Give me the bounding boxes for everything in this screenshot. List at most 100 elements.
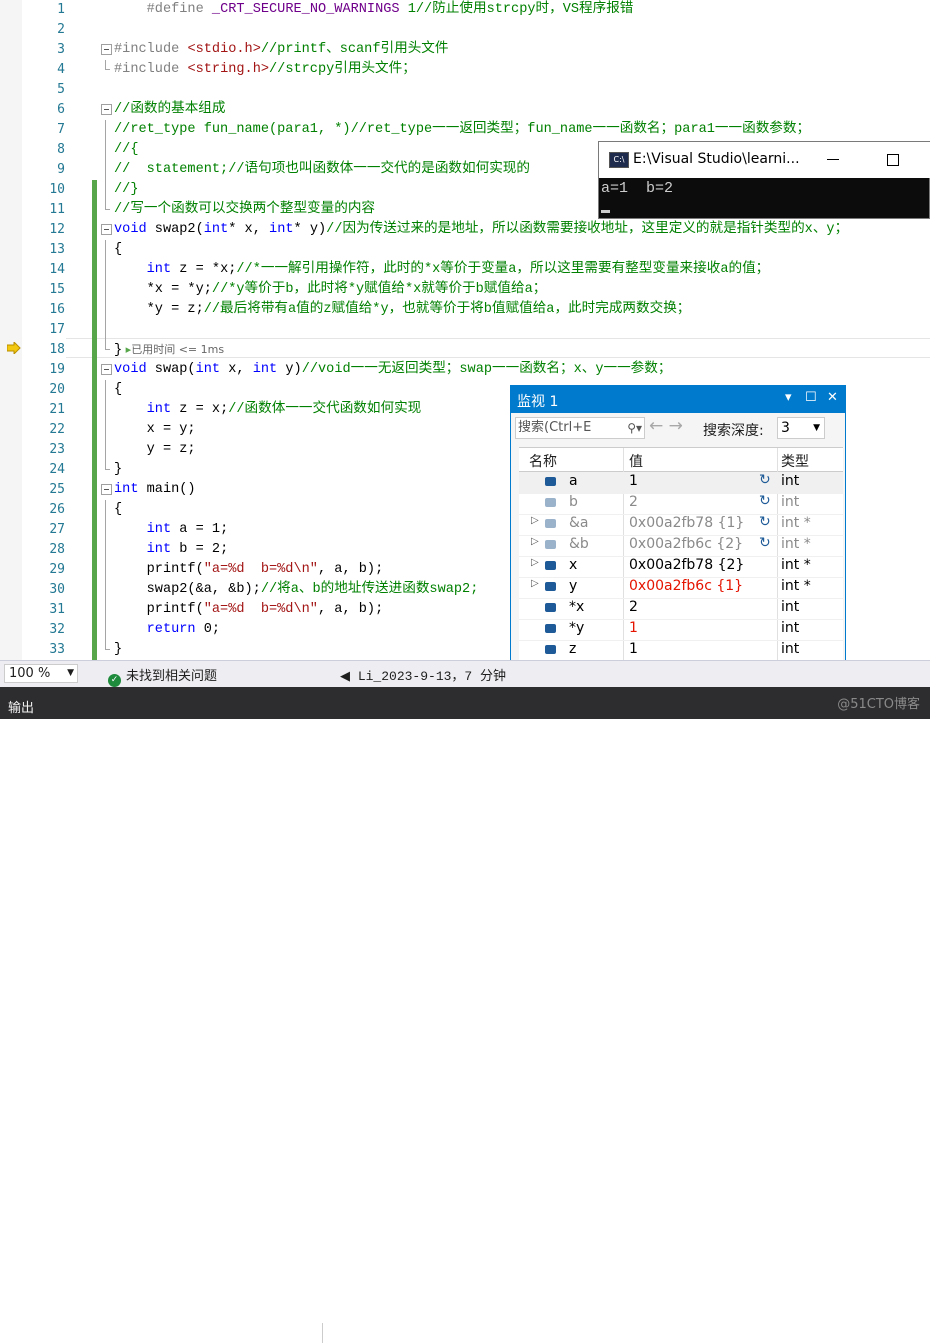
collapse-icon[interactable] [101,484,112,495]
code-text[interactable]: { [114,240,122,260]
watch-row[interactable]: ▷ &b 0x00a2fb6c {2} ↻ int * [519,535,843,557]
code-line[interactable]: 13 { [0,240,930,260]
scroll-left-icon[interactable]: ◀ [340,669,350,684]
watch-value[interactable]: 0x00a2fb6c {2} [629,536,743,552]
code-line[interactable]: 2 [0,20,930,40]
output-panel-tab[interactable]: 输出 @51CTO博客 [0,687,930,719]
code-text[interactable]: int b = 2; [114,540,229,560]
watch-row[interactable]: *x 2 int [519,598,843,620]
watch-name[interactable]: y [569,578,577,594]
code-text[interactable]: int main() [114,480,196,500]
code-line[interactable]: 14 int z = *x;//*一一解引用操作符，此时的*x等价于变量a，所以… [0,260,930,280]
code-text[interactable]: //ret_type fun_name(para1, *)//ret_type一… [114,120,810,140]
code-text[interactable]: int z = *x;//*一一解引用操作符，此时的*x等价于变量a，所以这里需… [114,260,770,280]
code-text[interactable]: { [114,500,122,520]
watch-row[interactable]: z 1 int [519,640,843,662]
search-depth-select[interactable]: 3 ▼ [777,417,825,439]
expand-icon[interactable]: ▷ [531,557,539,568]
code-text[interactable]: swap2(&a, &b);//将a、b的地址传送进函数swap2; [114,580,479,600]
code-line[interactable]: 3 #include <stdio.h>//printf、scanf引用头文件 [0,40,930,60]
search-next-icon[interactable]: → [669,416,683,436]
code-text[interactable]: // statement;//语句项也叫函数体一一交代的是函数如何实现的 [114,160,530,180]
collapse-icon[interactable] [101,104,112,115]
watch-name[interactable]: a [569,473,578,489]
search-icon[interactable]: ⚲▾ [627,418,642,438]
watch-value[interactable]: 2 [629,599,638,615]
code-text[interactable]: #include <stdio.h>//printf、scanf引用头文件 [114,40,448,60]
code-text[interactable]: printf("a=%d b=%d\n", a, b); [114,560,384,580]
watch-name[interactable]: *x [569,599,584,615]
issues-indicator[interactable]: ✓ 未找到相关问题 [108,665,217,687]
git-history-info[interactable]: ◀ Li_2023-9-13，7 分钟 [340,665,506,684]
refresh-icon[interactable]: ↻ [759,472,771,488]
code-text[interactable]: int z = x;//函数体一一交代函数如何实现 [114,400,422,420]
watch-name[interactable]: x [569,557,577,573]
column-type[interactable]: 类型 [781,451,809,471]
console-window[interactable]: C:\ E:\Visual Studio\learni... a=1 b=2 [598,141,930,219]
code-line[interactable]: 12 void swap2(int* x, int* y)//因为传送过来的是地址… [0,220,930,240]
watch-name[interactable]: &a [569,515,589,531]
code-text[interactable]: //函数的基本组成 [114,100,225,120]
expand-icon[interactable]: ▷ [531,515,539,526]
console-titlebar[interactable]: C:\ E:\Visual Studio\learni... [599,142,930,178]
watch-value[interactable]: 1 [629,473,638,489]
maximize-icon[interactable]: ☐ [805,390,817,405]
code-text[interactable]: return 0; [114,620,220,640]
minimize-icon[interactable] [827,150,839,168]
code-text[interactable]: //{ [114,140,138,160]
code-line[interactable]: 19 void swap(int x, int y)//void一一无返回类型；s… [0,360,930,380]
watch-window[interactable]: 监视 1 ▾ ☐ ✕ 搜索(Ctrl+E ⚲▾ ← → 搜索深度: 3 ▼ 名称… [510,385,846,686]
code-text[interactable]: { [114,380,122,400]
refresh-icon[interactable]: ↻ [759,535,771,551]
code-text[interactable]: printf("a=%d b=%d\n", a, b); [114,600,384,620]
code-line[interactable]: 1 #define _CRT_SECURE_NO_WARNINGS 1//防止使… [0,0,930,20]
watch-row[interactable]: ▷ x 0x00a2fb78 {2} int * [519,556,843,578]
code-line[interactable]: 18} ▸已用时间 <= 1ms [0,340,930,360]
refresh-icon[interactable]: ↻ [759,493,771,509]
watch-value[interactable]: 0x00a2fb78 {1} [629,515,744,531]
code-text[interactable]: #include <string.h>//strcpy引用头文件； [114,60,416,80]
code-line[interactable]: 4 #include <string.h>//strcpy引用头文件； [0,60,930,80]
dropdown-menu-icon[interactable]: ▾ [785,390,792,405]
code-text[interactable]: x = y; [114,420,196,440]
code-text[interactable]: } ▸已用时间 <= 1ms [114,340,224,361]
collapse-icon[interactable] [101,224,112,235]
watch-row[interactable]: ▷ &a 0x00a2fb78 {1} ↻ int * [519,514,843,536]
code-text[interactable]: } [114,640,122,660]
watch-name[interactable]: b [569,494,578,510]
code-text[interactable]: //} [114,180,138,200]
code-line[interactable]: 17 [0,320,930,340]
watch-row[interactable]: *y 1 int [519,619,843,641]
code-text[interactable]: y = z; [114,440,196,460]
watch-row[interactable]: ▷ y 0x00a2fb6c {1} int * [519,577,843,599]
watch-value[interactable]: 0x00a2fb78 {2} [629,557,744,573]
code-text[interactable]: void swap(int x, int y)//void一一无返回类型；swa… [114,360,671,380]
column-name[interactable]: 名称 [529,451,557,471]
watch-value[interactable]: 1 [629,641,638,657]
watch-value[interactable]: 2 [629,494,638,510]
collapse-icon[interactable] [101,364,112,375]
refresh-icon[interactable]: ↻ [759,514,771,530]
collapse-icon[interactable] [101,44,112,55]
watch-name[interactable]: *y [569,620,584,636]
watch-row[interactable]: a 1 ↻ int [519,472,843,494]
output-tab-label[interactable]: 输出 [8,697,34,716]
code-text[interactable]: void swap2(int* x, int* y)//因为传送过来的是地址，所… [114,220,848,240]
code-line[interactable]: 16 *y = z;//最后将带有a值的z赋值给*y，也就等价于将b值赋值给a，… [0,300,930,320]
expand-icon[interactable]: ▷ [531,536,539,547]
horizontal-scrollbar[interactable] [322,1323,511,1343]
code-text[interactable]: *y = z;//最后将带有a值的z赋值给*y，也就等价于将b值赋值给a，此时完… [114,300,691,320]
code-line[interactable]: 7 //ret_type fun_name(para1, *)//ret_type… [0,120,930,140]
maximize-icon[interactable] [887,154,899,166]
code-text[interactable]: *x = *y;//*y等价于b，此时将*y赋值给*x就等价于b赋值给a； [114,280,547,300]
code-text[interactable]: } [114,460,122,480]
perf-tip[interactable]: ▸已用时间 <= 1ms [122,343,224,356]
watch-row[interactable]: b 2 ↻ int [519,493,843,515]
expand-icon[interactable]: ▷ [531,578,539,589]
close-icon[interactable]: ✕ [827,390,838,405]
code-line[interactable]: 6 //函数的基本组成 [0,100,930,120]
zoom-select[interactable]: 100 % ▼ [4,664,78,683]
code-text[interactable]: //写一个函数可以交换两个整型变量的内容 [114,200,375,220]
code-line[interactable]: 15 *x = *y;//*y等价于b，此时将*y赋值给*x就等价于b赋值给a； [0,280,930,300]
watch-value[interactable]: 1 [629,620,638,636]
